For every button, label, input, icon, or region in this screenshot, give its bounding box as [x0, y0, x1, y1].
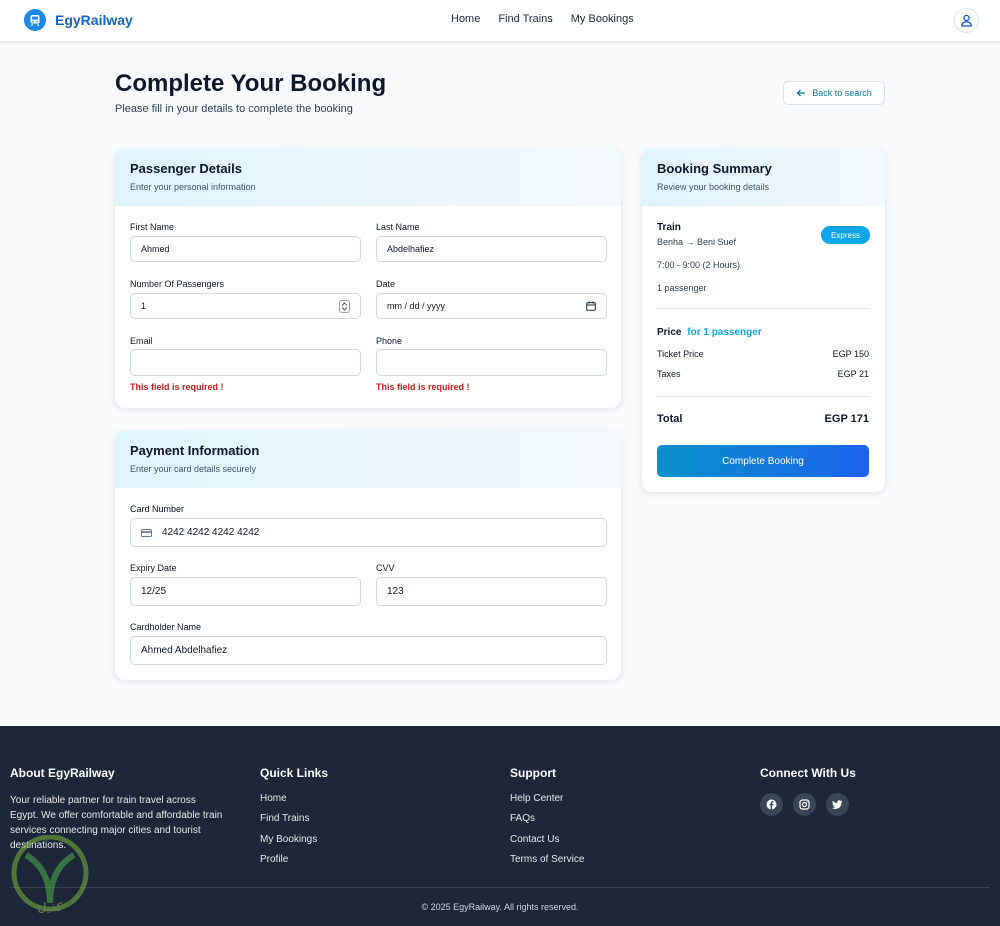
footer-link-faqs[interactable]: FAQs — [510, 813, 584, 833]
footer-link-my-bookings[interactable]: My Bookings — [260, 834, 328, 854]
expiry-date-input[interactable]: 12/25 — [130, 577, 361, 606]
footer-link-contact-us[interactable]: Contact Us — [510, 834, 584, 854]
email-label: Email — [130, 336, 153, 346]
payment-card-title: Payment Information — [130, 443, 260, 458]
footer-connect-title: Connect With Us — [760, 766, 856, 780]
passenger-card-subtitle: Enter your personal information — [130, 182, 256, 192]
credit-card-icon — [141, 528, 152, 537]
payment-card-subtitle: Enter your card details securely — [130, 464, 257, 474]
price-heading: Price for 1 passenger — [657, 327, 762, 338]
date-label: Date — [376, 279, 396, 289]
twitter-icon[interactable] — [826, 793, 849, 816]
summary-card-subtitle: Review your booking details — [657, 182, 770, 192]
card-number-value: 4242 4242 4242 4242 — [162, 527, 260, 538]
back-to-search-label: Back to search — [812, 88, 872, 98]
card-number-label: Card Number — [130, 504, 185, 514]
price-for-text: for 1 passenger — [687, 327, 762, 338]
arrow-left-icon — [796, 89, 806, 97]
first-name-label: First Name — [130, 222, 175, 232]
passenger-details-card: Passenger Details Enter your personal in… — [115, 148, 621, 408]
summary-divider-top — [657, 308, 869, 309]
passenger-card-title: Passenger Details — [130, 161, 243, 176]
profile-button[interactable] — [954, 8, 979, 33]
train-class-badge: Express — [821, 226, 870, 244]
calendar-icon[interactable] — [586, 301, 596, 311]
total-label: Total — [657, 413, 683, 425]
payment-card-header: Payment Information Enter your card deta… — [115, 430, 621, 488]
ticket-price-value: EGP 150 — [832, 349, 869, 359]
user-icon — [961, 14, 972, 27]
footer-divider — [10, 887, 990, 888]
footer-quick-links: Quick Links Home Find Trains My Bookings… — [260, 766, 328, 874]
social-links — [760, 793, 856, 816]
route-text: Benha → Beni Suef — [657, 237, 737, 247]
nav-link-find-trains[interactable]: Find Trains — [498, 13, 552, 25]
card-number-input[interactable]: 4242 4242 4242 4242 — [130, 518, 607, 547]
ticket-price-label: Ticket Price — [657, 349, 704, 359]
first-name-input[interactable]: Ahmed — [130, 236, 361, 262]
payment-information-card: Payment Information Enter your card deta… — [115, 430, 621, 680]
footer-link-home[interactable]: Home — [260, 793, 328, 813]
brand-logo-link[interactable]: EgyRailway — [24, 9, 133, 31]
nav-link-home[interactable]: Home — [451, 13, 480, 25]
phone-input[interactable] — [376, 349, 607, 376]
train-label: Train — [657, 222, 681, 233]
footer-about-title: About EgyRailway — [10, 766, 115, 780]
cvv-label: CVV — [376, 563, 395, 573]
copyright-text: © 2025 EgyRailway. All rights reserved. — [421, 902, 579, 912]
summary-divider-bottom — [657, 396, 869, 397]
footer-link-profile[interactable]: Profile — [260, 854, 328, 874]
footer-support: Support Help Center FAQs Contact Us Term… — [510, 766, 584, 874]
instagram-icon[interactable] — [793, 793, 816, 816]
watermark-logo: كفيل — [6, 834, 94, 915]
passengers-count-input[interactable]: 1 — [130, 293, 361, 319]
cardholder-name-input[interactable]: Ahmed Abdelhafiez — [130, 636, 607, 665]
number-spinner-icon[interactable] — [339, 299, 350, 313]
last-name-label: Last Name — [376, 222, 420, 232]
svg-text:كفيل: كفيل — [38, 900, 63, 914]
nav-link-my-bookings[interactable]: My Bookings — [571, 13, 634, 25]
train-logo-icon — [24, 9, 46, 31]
summary-card-title: Booking Summary — [657, 161, 772, 176]
main-nav: Home Find Trains My Bookings — [451, 13, 634, 25]
page-subtitle: Please fill in your details to complete … — [115, 103, 353, 115]
date-placeholder: mm / dd / yyyy — [387, 301, 446, 311]
cvv-input[interactable]: 123 — [376, 577, 607, 606]
taxes-label: Taxes — [657, 369, 681, 379]
back-to-search-button[interactable]: Back to search — [783, 81, 885, 105]
complete-booking-button[interactable]: Complete Booking — [657, 445, 869, 477]
email-error-message: This field is required ! — [130, 382, 224, 392]
expiry-date-label: Expiry Date — [130, 563, 177, 573]
cardholder-name-label: Cardholder Name — [130, 622, 202, 632]
taxes-value: EGP 21 — [837, 369, 869, 379]
passenger-count-text: 1 passenger — [657, 283, 707, 293]
passenger-card-header: Passenger Details Enter your personal in… — [115, 148, 621, 206]
phone-error-message: This field is required ! — [376, 382, 470, 392]
footer-link-help-center[interactable]: Help Center — [510, 793, 584, 813]
phone-label: Phone — [376, 336, 403, 346]
date-input[interactable]: mm / dd / yyyy — [376, 293, 607, 319]
trip-time-text: 7:00 - 9:00 (2 Hours) — [657, 260, 741, 270]
booking-summary-card: Booking Summary Review your booking deta… — [642, 148, 885, 492]
footer-link-find-trains[interactable]: Find Trains — [260, 813, 328, 833]
page-title: Complete Your Booking — [115, 70, 387, 97]
footer-link-terms[interactable]: Terms of Service — [510, 854, 584, 874]
last-name-input[interactable]: Abdelhafiez — [376, 236, 607, 262]
brand-name: EgyRailway — [55, 12, 133, 28]
footer-support-title: Support — [510, 766, 556, 780]
footer-connect: Connect With Us — [760, 766, 856, 816]
total-value: EGP 171 — [824, 413, 869, 425]
email-input[interactable] — [130, 349, 361, 376]
footer-quick-links-title: Quick Links — [260, 766, 329, 780]
top-navbar: EgyRailway Home Find Trains My Bookings — [0, 0, 1000, 41]
summary-card-header: Booking Summary Review your booking deta… — [642, 148, 885, 206]
facebook-icon[interactable] — [760, 793, 783, 816]
price-label: Price — [657, 327, 682, 338]
passengers-count-label: Number Of Passengers — [130, 279, 225, 289]
site-footer: About EgyRailway Your reliable partner f… — [0, 726, 1000, 926]
passengers-count-value: 1 — [141, 301, 147, 311]
